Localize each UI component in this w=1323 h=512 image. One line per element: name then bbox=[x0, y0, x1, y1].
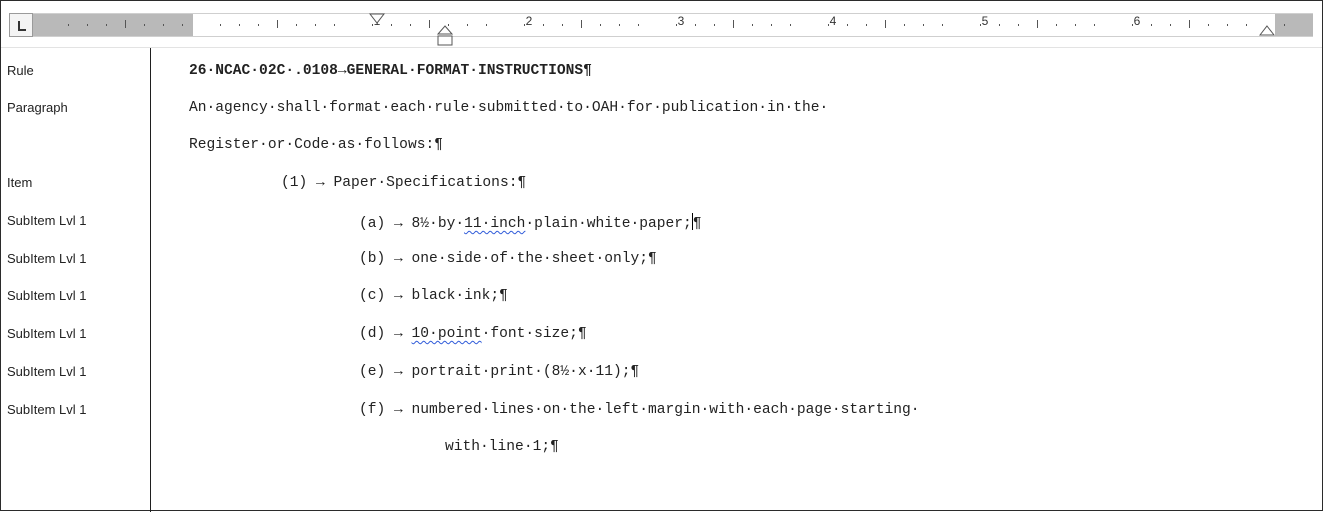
ruler-tick bbox=[1208, 24, 1209, 26]
tab-stop-selector-icon[interactable] bbox=[9, 13, 33, 37]
ruler-tick bbox=[1075, 24, 1076, 26]
ruler-tick bbox=[600, 24, 601, 26]
ruler-tick bbox=[220, 24, 221, 26]
paragraph-line[interactable]: Register·or·Code·as·follows:¶ bbox=[189, 137, 443, 153]
ruler-tick bbox=[1246, 24, 1247, 26]
rule-heading[interactable]: 26·NCAC·02C·.0108→GENERAL·FORMAT·INSTRUC… bbox=[189, 63, 592, 79]
horizontal-ruler[interactable]: 1 2 3 4 5 6 bbox=[1, 1, 1322, 48]
ruler-tick bbox=[315, 24, 316, 26]
style-area-pane: Rule Paragraph Item SubItem Lvl 1 SubIte… bbox=[1, 48, 151, 512]
subitem-text: (a) → 8½·by· bbox=[359, 216, 465, 232]
subitem-line[interactable]: (c) → black·ink;¶ bbox=[359, 288, 508, 304]
ruler-tick bbox=[1094, 24, 1095, 26]
spelling-flagged-text[interactable]: 11·inch bbox=[464, 216, 525, 232]
ruler-tick bbox=[467, 24, 468, 26]
ruler-tick bbox=[904, 24, 905, 26]
ruler-tick bbox=[87, 24, 88, 26]
ruler-number: 3 bbox=[677, 14, 685, 28]
style-label: SubItem Lvl 1 bbox=[7, 251, 87, 266]
subitem-line[interactable]: (a) → 8½·by·11·inch·plain·white·paper;¶ bbox=[359, 213, 702, 232]
ruler-number: 2 bbox=[525, 14, 533, 28]
ruler-tick bbox=[429, 20, 430, 28]
ruler-tick bbox=[695, 24, 696, 26]
first-line-indent-icon[interactable] bbox=[369, 13, 385, 25]
ruler-tick bbox=[733, 20, 734, 28]
document-body[interactable]: 26·NCAC·02C·.0108→GENERAL·FORMAT·INSTRUC… bbox=[151, 48, 1322, 512]
ruler-tick bbox=[163, 24, 164, 26]
ruler-number: 5 bbox=[981, 14, 989, 28]
hanging-indent-icon[interactable] bbox=[437, 25, 453, 47]
subitem-line[interactable]: (b) → one·side·of·the·sheet·only;¶ bbox=[359, 251, 657, 267]
ruler-tick bbox=[999, 24, 1000, 26]
ruler-tick bbox=[182, 24, 183, 26]
ruler-tick bbox=[125, 20, 126, 28]
ruler-tick bbox=[239, 24, 240, 26]
document-window: 1 2 3 4 5 6 Rule Paragraph Item SubItem … bbox=[0, 0, 1323, 512]
ruler-tick bbox=[543, 24, 544, 26]
ruler-tick bbox=[1037, 20, 1038, 28]
style-label: Rule bbox=[7, 63, 34, 78]
ruler-tick bbox=[1227, 24, 1228, 26]
ruler-tick bbox=[847, 24, 848, 26]
ruler-number: 4 bbox=[829, 14, 837, 28]
ruler-tick bbox=[581, 20, 582, 28]
style-label: SubItem Lvl 1 bbox=[7, 326, 87, 341]
subitem-line[interactable]: with·line·1;¶ bbox=[445, 439, 559, 455]
pilcrow-mark: ¶ bbox=[692, 216, 702, 232]
ruler-tick bbox=[752, 24, 753, 26]
ruler-tick bbox=[486, 24, 487, 26]
subitem-text: ·plain·white·paper; bbox=[525, 216, 692, 232]
ruler-tick bbox=[562, 24, 563, 26]
style-label: Paragraph bbox=[7, 100, 68, 115]
ruler-tick bbox=[68, 24, 69, 26]
ruler-tick bbox=[1151, 24, 1152, 26]
ruler-tick bbox=[277, 20, 278, 28]
ruler-tick bbox=[1170, 24, 1171, 26]
ruler-tick bbox=[106, 24, 107, 26]
subitem-text: ·font·size;¶ bbox=[481, 326, 587, 342]
style-label: SubItem Lvl 1 bbox=[7, 402, 87, 417]
ruler-tick bbox=[942, 24, 943, 26]
style-label: SubItem Lvl 1 bbox=[7, 288, 87, 303]
ruler-tick bbox=[923, 24, 924, 26]
paragraph-line[interactable]: An·agency·shall·format·each·rule·submitt… bbox=[189, 100, 828, 116]
subitem-line[interactable]: (d) → 10·point·font·size;¶ bbox=[359, 326, 587, 342]
subitem-line[interactable]: (e) → portrait·print·(8½·x·11);¶ bbox=[359, 364, 639, 380]
ruler-right-margin bbox=[1275, 14, 1313, 36]
ruler-strip bbox=[9, 13, 1313, 37]
ruler-tick bbox=[1284, 24, 1285, 26]
ruler-tick bbox=[866, 24, 867, 26]
style-label: Item bbox=[7, 175, 33, 190]
ruler-number: 6 bbox=[1133, 14, 1141, 28]
ruler-tick bbox=[619, 24, 620, 26]
ruler-tick bbox=[410, 24, 411, 26]
ruler-tick bbox=[1056, 24, 1057, 26]
style-label: SubItem Lvl 1 bbox=[7, 213, 87, 228]
ruler-tick bbox=[885, 20, 886, 28]
ruler-tick bbox=[771, 24, 772, 26]
ruler-tick bbox=[144, 24, 145, 26]
ruler-tick bbox=[1018, 24, 1019, 26]
ruler-tick bbox=[1189, 20, 1190, 28]
ruler-tick bbox=[638, 24, 639, 26]
ruler-tick bbox=[790, 24, 791, 26]
ruler-tick bbox=[714, 24, 715, 26]
item-line[interactable]: (1) → Paper·Specifications:¶ bbox=[281, 175, 526, 191]
ruler-left-margin bbox=[9, 14, 193, 36]
style-label: SubItem Lvl 1 bbox=[7, 364, 87, 379]
subitem-line[interactable]: (f) → numbered·lines·on·the·left·margin·… bbox=[359, 402, 920, 418]
spelling-flagged-text[interactable]: 10·point bbox=[412, 326, 482, 342]
subitem-text: (d) → bbox=[359, 326, 412, 342]
ruler-text-area bbox=[193, 14, 1275, 36]
right-indent-icon[interactable] bbox=[1259, 25, 1275, 37]
ruler-tick bbox=[391, 24, 392, 26]
ruler-tick bbox=[258, 24, 259, 26]
ruler-tick bbox=[334, 24, 335, 26]
ruler-tick bbox=[296, 24, 297, 26]
